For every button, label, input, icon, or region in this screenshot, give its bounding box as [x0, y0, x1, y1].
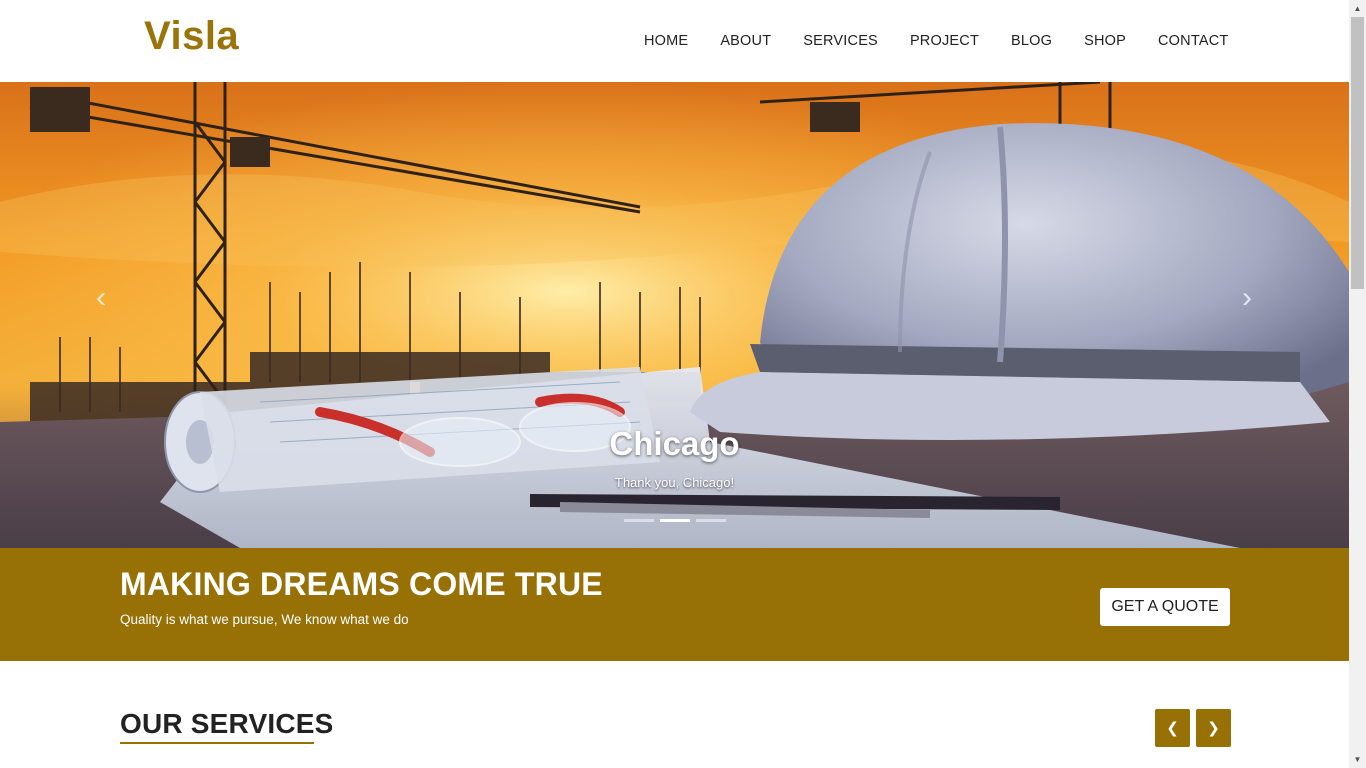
services-next-button[interactable]: ❯	[1196, 709, 1231, 747]
carousel-prev-button[interactable]: ‹	[81, 282, 121, 314]
services-heading: OUR SERVICES	[120, 708, 334, 739]
services-prev-button[interactable]: ❮	[1155, 709, 1190, 747]
slide-caption-subtitle: Thank you, Chicago!	[614, 475, 735, 490]
carousel-indicator[interactable]	[624, 519, 654, 522]
banner-title: MAKING DREAMS COME TRUE	[120, 566, 603, 602]
carousel-next-button[interactable]: ›	[1227, 282, 1267, 314]
nav-item-shop[interactable]: SHOP	[1084, 33, 1126, 49]
carousel-indicator[interactable]	[696, 519, 726, 522]
scroll-down-arrow-icon[interactable]: ▼	[1349, 751, 1366, 768]
site-logo[interactable]: Visla	[144, 14, 239, 59]
slide-caption-title: Chicago	[609, 425, 740, 462]
carousel-indicator-active[interactable]	[660, 519, 690, 522]
services-heading-underline	[120, 742, 314, 744]
scrollbar-thumb[interactable]	[1351, 17, 1364, 289]
scroll-up-arrow-icon[interactable]: ▲	[1349, 0, 1366, 17]
nav-item-home[interactable]: HOME	[644, 33, 688, 49]
banner-subtitle: Quality is what we pursue, We know what …	[120, 612, 409, 627]
chevron-right-icon: ›	[1242, 281, 1252, 314]
nav-item-blog[interactable]: BLOG	[1011, 33, 1052, 49]
site-header: Visla HOME ABOUT SERVICES PROJECT BLOG S…	[0, 0, 1349, 82]
nav-item-about[interactable]: ABOUT	[720, 33, 771, 49]
nav-item-project[interactable]: PROJECT	[910, 33, 979, 49]
chevron-left-icon: ‹	[96, 281, 106, 314]
get-quote-button[interactable]: GET A QUOTE	[1100, 588, 1230, 626]
hero-carousel: ‹ › Chicago Thank you, Chicago!	[0, 82, 1349, 548]
chevron-left-icon: ❮	[1166, 719, 1179, 737]
page-scrollbar[interactable]: ▲ ▼	[1349, 0, 1366, 768]
cta-banner: MAKING DREAMS COME TRUE Quality is what …	[0, 548, 1349, 661]
main-nav: HOME ABOUT SERVICES PROJECT BLOG SHOP CO…	[644, 33, 1228, 49]
chevron-right-icon: ❯	[1207, 719, 1220, 737]
nav-item-services[interactable]: SERVICES	[803, 33, 878, 49]
carousel-indicators	[624, 519, 726, 522]
nav-item-contact[interactable]: CONTACT	[1158, 33, 1228, 49]
